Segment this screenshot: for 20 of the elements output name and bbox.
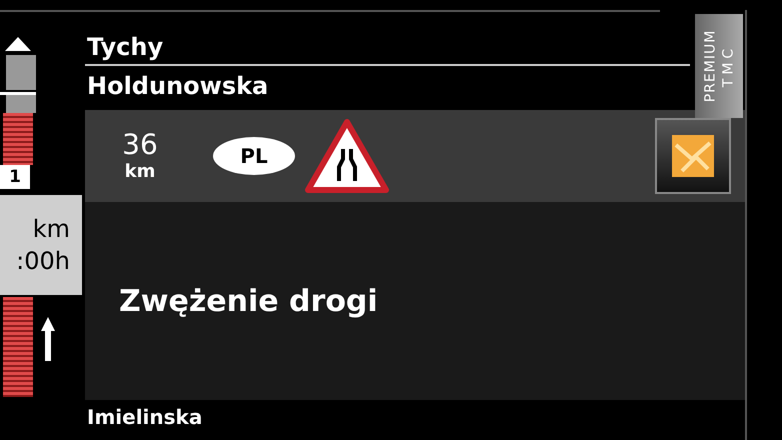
scale-marker: 1 — [0, 165, 30, 189]
map-icon — [672, 135, 714, 177]
country-badge: PL — [213, 137, 295, 175]
incident-card[interactable]: 36 km PL — [85, 110, 745, 202]
distance-unit: km — [32, 214, 70, 245]
traffic-segment — [3, 113, 33, 165]
badge-label: TMC — [719, 44, 737, 88]
road-narrows-warning-icon — [305, 119, 389, 193]
street-name[interactable]: Tychy — [85, 30, 690, 66]
up-arrow-icon[interactable] — [3, 35, 33, 53]
map-view-button[interactable] — [655, 118, 731, 194]
up-arrow-icon[interactable] — [41, 317, 55, 361]
time-label: :00h — [16, 246, 70, 277]
scale-bar — [0, 55, 36, 113]
badge-label: PREMIUM — [701, 30, 719, 102]
incident-description: Zwężenie drogi — [119, 282, 378, 320]
incident-distance: 36 — [122, 129, 158, 161]
street-name[interactable]: Holdunowska — [85, 66, 690, 106]
street-name[interactable]: Imielinska — [85, 404, 745, 430]
distance-unit: km — [124, 161, 156, 183]
